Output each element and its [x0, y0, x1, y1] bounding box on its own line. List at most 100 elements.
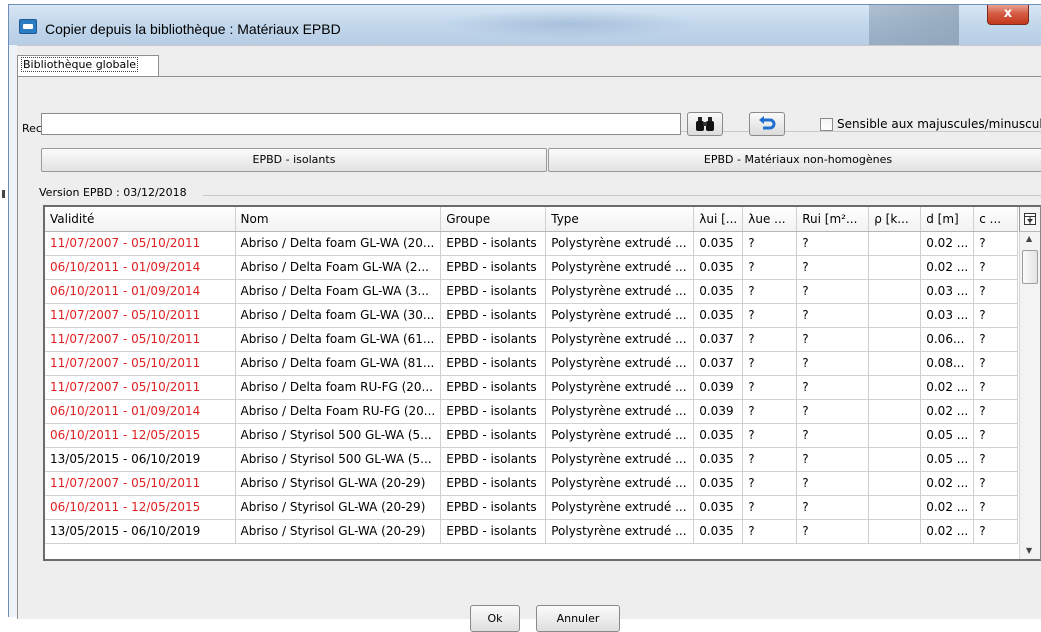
- cell-lui: 0.039: [693, 375, 744, 400]
- cell-type: Polystyrène extrudé ...: [545, 495, 695, 520]
- cell-d: 0.03 ...: [920, 303, 975, 328]
- table-row[interactable]: 11/07/2007 - 05/10/2011 Abriso / Delta fo…: [45, 351, 1019, 376]
- cell-d: 0.06...: [920, 327, 975, 352]
- cell-lue: ?: [742, 231, 798, 256]
- table-row[interactable]: 11/07/2007 - 05/10/2011 Abriso / Delta fo…: [45, 375, 1019, 400]
- cell-rui: ?: [796, 279, 870, 304]
- column-header[interactable]: Groupe: [440, 207, 547, 232]
- column-header[interactable]: Validité: [45, 207, 236, 232]
- cell-d: 0.05 ...: [920, 447, 975, 472]
- ok-button[interactable]: Ok: [470, 605, 520, 632]
- cell-lue: ?: [742, 471, 798, 496]
- search-button[interactable]: [687, 112, 723, 136]
- scroll-up-icon[interactable]: ▲: [1026, 234, 1032, 243]
- table-row[interactable]: 11/07/2007 - 05/10/2011 Abriso / Delta fo…: [45, 327, 1019, 352]
- cell-lui: 0.039: [693, 399, 744, 424]
- tab-label: Bibliothèque globale: [21, 57, 139, 72]
- vertical-scrollbar[interactable]: ▲ ▼: [1019, 232, 1040, 559]
- filter-non-homogenes-button[interactable]: EPBD - Matériaux non-homogènes: [548, 148, 1041, 172]
- cell-type: Polystyrène extrudé ...: [545, 447, 695, 472]
- title-bar-glass-right: [869, 5, 959, 45]
- column-header[interactable]: d [m]: [920, 207, 975, 232]
- cell-nom: Abriso / Delta Foam GL-WA (2...: [235, 255, 442, 280]
- binoculars-icon: [696, 117, 714, 131]
- scroll-down-icon[interactable]: ▼: [1026, 546, 1032, 555]
- cell-rui: ?: [796, 351, 870, 376]
- cell-validite: 11/07/2007 - 05/10/2011: [45, 303, 236, 328]
- version-divider: [203, 195, 1041, 196]
- search-input[interactable]: [41, 113, 681, 135]
- cell-nom: Abriso / Styrisol 500 GL-WA (5...: [235, 447, 442, 472]
- cell-groupe: EPBD - isolants: [440, 447, 547, 472]
- reset-search-button[interactable]: [749, 112, 785, 136]
- cell-type: Polystyrène extrudé ...: [545, 303, 695, 328]
- column-header[interactable]: Type: [545, 207, 695, 232]
- cell-lue: ?: [742, 255, 798, 280]
- table-row[interactable]: 06/10/2011 - 12/05/2015 Abriso / Styrisol…: [45, 423, 1019, 448]
- cell-rui: ?: [796, 495, 870, 520]
- cell-type: Polystyrène extrudé ...: [545, 255, 695, 280]
- cell-groupe: EPBD - isolants: [440, 351, 547, 376]
- column-header[interactable]: λue ...: [742, 207, 798, 232]
- table-row[interactable]: 11/07/2007 - 05/10/2011 Abriso / Styrisol…: [45, 471, 1019, 496]
- cell-lui: 0.037: [693, 351, 744, 376]
- cell-rui: ?: [796, 399, 870, 424]
- column-header[interactable]: Nom: [235, 207, 442, 232]
- cell-groupe: EPBD - isolants: [440, 519, 547, 544]
- cell-lui: 0.035: [693, 519, 744, 544]
- title-bar[interactable]: Copier depuis la bibliothèque : Matériau…: [9, 5, 1041, 45]
- cell-validite: 06/10/2011 - 01/09/2014: [45, 279, 236, 304]
- cell-d: 0.02 ...: [920, 231, 975, 256]
- column-header[interactable]: Rui [m²...: [796, 207, 870, 232]
- cell-nom: Abriso / Delta foam GL-WA (81...: [235, 351, 442, 376]
- table-row[interactable]: 06/10/2011 - 01/09/2014 Abriso / Delta Fo…: [45, 255, 1019, 280]
- cell-nom: Abriso / Styrisol GL-WA (20-29): [235, 519, 442, 544]
- table-row[interactable]: 13/05/2015 - 06/10/2019 Abriso / Styrisol…: [45, 447, 1019, 472]
- cell-lui: 0.035: [693, 303, 744, 328]
- cell-d: 0.03 ...: [920, 279, 975, 304]
- cell-rui: ?: [796, 447, 870, 472]
- close-button[interactable]: x: [987, 5, 1029, 25]
- cell-groupe: EPBD - isolants: [440, 471, 547, 496]
- table-row[interactable]: 11/07/2007 - 05/10/2011 Abriso / Delta fo…: [45, 303, 1019, 328]
- cell-d: 0.02 ...: [920, 519, 975, 544]
- column-chooser-button[interactable]: [1019, 207, 1040, 232]
- cell-lui: 0.035: [693, 279, 744, 304]
- cell-validite: 13/05/2015 - 06/10/2019: [45, 447, 236, 472]
- cell-type: Polystyrène extrudé ...: [545, 351, 695, 376]
- cell-groupe: EPBD - isolants: [440, 303, 547, 328]
- case-sensitive-checkbox[interactable]: [820, 118, 833, 131]
- table-row[interactable]: 06/10/2011 - 01/09/2014 Abriso / Delta Fo…: [45, 279, 1019, 304]
- cell-c: ?: [973, 255, 1019, 280]
- table-row[interactable]: 11/07/2007 - 05/10/2011 Abriso / Delta fo…: [45, 231, 1019, 256]
- cancel-button[interactable]: Annuler: [536, 605, 620, 632]
- column-header[interactable]: ρ [k...: [868, 207, 922, 232]
- cell-rui: ?: [796, 303, 870, 328]
- cell-validite: 06/10/2011 - 12/05/2015: [45, 495, 236, 520]
- cell-d: 0.05 ...: [920, 423, 975, 448]
- cell-c: ?: [973, 351, 1019, 376]
- cell-c: ?: [973, 231, 1019, 256]
- cell-c: ?: [973, 423, 1019, 448]
- tab-bibliotheque-globale[interactable]: Bibliothèque globale: [17, 55, 159, 76]
- column-header[interactable]: λui [...: [693, 207, 744, 232]
- cell-d: 0.02 ...: [920, 471, 975, 496]
- cell-rui: ?: [796, 423, 870, 448]
- table-row[interactable]: 06/10/2011 - 01/09/2014 Abriso / Delta Fo…: [45, 399, 1019, 424]
- materials-table: Validité Nom Groupe Type λui [... λue ... Rui …: [43, 205, 1041, 561]
- table-row[interactable]: 06/10/2011 - 12/05/2015 Abriso / Styrisol…: [45, 495, 1019, 520]
- filter-isolants-button[interactable]: EPBD - isolants: [41, 148, 547, 172]
- cell-c: ?: [973, 471, 1019, 496]
- cell-validite: 11/07/2007 - 05/10/2011: [45, 471, 236, 496]
- scrollbar-thumb[interactable]: [1022, 250, 1038, 284]
- cell-d: 0.02 ...: [920, 399, 975, 424]
- column-header[interactable]: c ...: [973, 207, 1019, 232]
- cell-rho: [868, 231, 922, 256]
- cell-c: ?: [973, 519, 1019, 544]
- cell-lui: 0.035: [693, 471, 744, 496]
- table-row[interactable]: 13/05/2015 - 06/10/2019 Abriso / Styrisol…: [45, 519, 1019, 544]
- cell-d: 0.02 ...: [920, 495, 975, 520]
- cell-c: ?: [973, 279, 1019, 304]
- cell-lue: ?: [742, 423, 798, 448]
- cell-type: Polystyrène extrudé ...: [545, 423, 695, 448]
